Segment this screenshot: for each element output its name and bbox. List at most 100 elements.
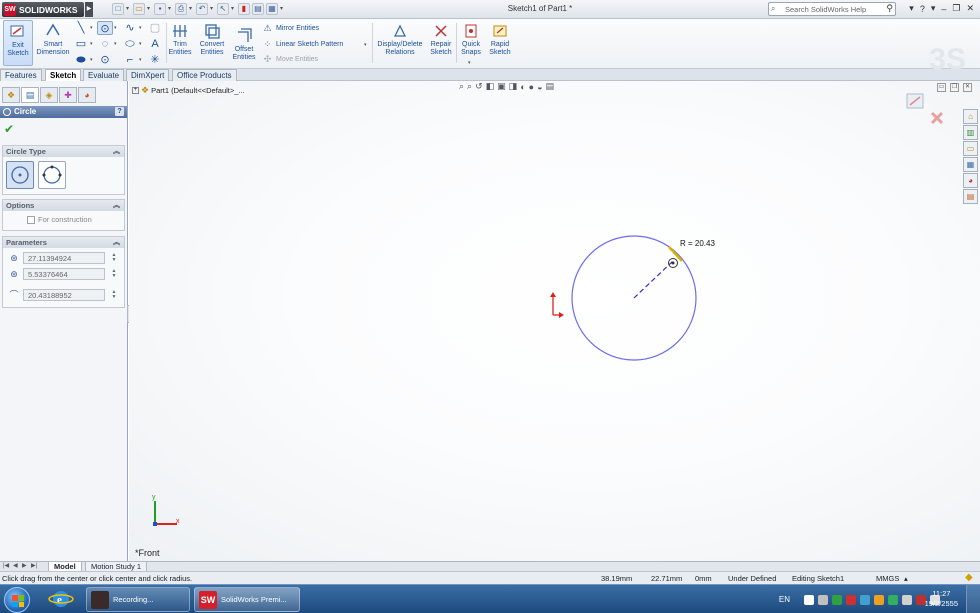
display-delete-relations-button[interactable]: Display/Delete Relations (374, 22, 426, 57)
save-icon[interactable]: ▪ (154, 3, 166, 15)
linear-sketch-pattern-button[interactable]: ⁘ Linear Sketch Pattern (262, 39, 344, 49)
minimize-icon[interactable]: – (941, 4, 946, 14)
rapid-sketch-button[interactable]: Rapid Sketch (486, 22, 514, 57)
taskbar-recording[interactable]: Recording... (86, 587, 190, 612)
chamfer-dropdown-icon[interactable]: ▾ (139, 57, 142, 63)
options-header[interactable]: Options ︽ (3, 200, 124, 211)
tab-dimxpert[interactable]: DimXpert (126, 69, 170, 81)
property-manager-icon[interactable]: ▤ (21, 87, 39, 103)
collapse-chevron-icon[interactable]: ︽ (113, 146, 120, 157)
print-icon[interactable]: ⎙ (175, 3, 187, 15)
center-x-spinner-icon[interactable]: ▲ ▼ (109, 253, 119, 263)
ellipse-dropdown-icon[interactable]: ▾ (139, 41, 142, 47)
radius-field[interactable]: 20.43188952 (23, 289, 105, 301)
circle-tool-icon[interactable]: ⊙ (97, 21, 113, 35)
status-units[interactable]: MMGS (876, 574, 899, 583)
taskbar-solidworks[interactable]: SW SolidWorks Premi... (194, 587, 300, 612)
network-icon[interactable] (902, 594, 912, 605)
menu-pin-arrow-icon[interactable]: ▶ (85, 2, 93, 17)
center-y-field[interactable]: 5.53376464 (23, 268, 105, 280)
line-dropdown-icon[interactable]: ▾ (90, 25, 93, 31)
tray-app-icon[interactable] (818, 594, 828, 605)
tray-app-icon[interactable] (874, 594, 884, 605)
last-tab-icon[interactable]: ▶| (31, 562, 37, 569)
select-cursor-icon[interactable]: ↖ (217, 3, 229, 15)
tray-app-icon[interactable] (804, 594, 814, 605)
open-folder-icon[interactable]: ▭ (133, 3, 145, 15)
search-go-icon[interactable]: ⚲ (886, 3, 893, 14)
first-tab-icon[interactable]: |◀ (3, 562, 9, 569)
tab-office-products[interactable]: Office Products (172, 69, 237, 81)
center-circle-button[interactable] (6, 161, 34, 189)
help-dropdown-icon[interactable]: ▾ (931, 3, 936, 14)
slot-tool-icon[interactable]: ⬬ (73, 53, 89, 67)
dimxpert-manager-icon[interactable]: ✚ (59, 87, 77, 103)
arc-dropdown-icon[interactable]: ▾ (114, 41, 117, 47)
polygon-tool-icon[interactable]: ⊙ (97, 53, 113, 67)
prev-tab-icon[interactable]: ◀ (13, 562, 18, 569)
select-dropdown-icon[interactable]: ▾ (231, 3, 236, 16)
start-button[interactable] (4, 587, 30, 613)
collapse-chevron-icon[interactable]: ︽ (113, 237, 120, 248)
undo-dropdown-icon[interactable]: ▾ (210, 3, 215, 16)
show-desktop-button[interactable] (966, 585, 980, 613)
point-tool-icon[interactable]: ✳ (147, 53, 163, 67)
for-construction-checkbox[interactable]: For construction (27, 215, 92, 224)
spline-dropdown-icon[interactable]: ▾ (139, 25, 142, 31)
convert-entities-button[interactable]: Convert Entities (196, 22, 228, 57)
circle-dropdown-icon[interactable]: ▾ (114, 25, 117, 31)
undo-icon[interactable]: ↶ (196, 3, 208, 15)
slot-dropdown-icon[interactable]: ▾ (90, 57, 93, 63)
spline-tool-icon[interactable]: ∿ (122, 21, 138, 35)
rebuild-status-icon[interactable]: ◆ (965, 572, 973, 583)
help-icon[interactable]: ? (920, 4, 925, 14)
tab-sketch[interactable]: Sketch (45, 69, 82, 81)
tab-features[interactable]: Features (0, 69, 42, 81)
options-dropdown-icon[interactable]: ▾ (280, 3, 285, 16)
fillet-tool-icon[interactable]: ▢ (147, 21, 163, 35)
file-properties-icon[interactable]: ▤ (252, 3, 264, 15)
offset-entities-button[interactable]: Offset Entities (230, 27, 258, 62)
quick-snaps-dropdown-icon[interactable]: ▾ (468, 60, 471, 66)
feature-manager-icon[interactable]: ❖ (2, 87, 20, 103)
internet-explorer-pin[interactable]: e (42, 587, 80, 612)
rectangle-dropdown-icon[interactable]: ▾ (90, 41, 93, 47)
trim-entities-button[interactable]: Trim Entities (166, 22, 194, 57)
options-icon[interactable]: ▦ (266, 3, 278, 15)
open-dropdown-icon[interactable]: ▾ (147, 3, 152, 16)
rectangle-tool-icon[interactable]: ▭ (73, 37, 89, 51)
clock[interactable]: 11:27 19/2/2555 (925, 589, 958, 609)
new-document-icon[interactable]: □ (112, 3, 124, 15)
line-tool-icon[interactable]: ╲ (73, 21, 89, 35)
exit-sketch-button[interactable]: Exit Sketch (3, 20, 33, 66)
smart-dimension-button[interactable]: Smart Dimension (36, 22, 70, 57)
center-y-spinner-icon[interactable]: ▲ ▼ (109, 269, 119, 279)
text-tool-icon[interactable]: A (147, 37, 163, 51)
mirror-entities-button[interactable]: ⚠ Mirror Entities (262, 23, 319, 33)
chamfer-tool-icon[interactable]: ⌐ (122, 53, 138, 67)
sketch-canvas[interactable]: R = 20.43 y x (129, 81, 980, 561)
tray-app-icon[interactable] (860, 594, 870, 605)
ellipse-tool-icon[interactable]: ⬭ (122, 37, 138, 51)
parameters-header[interactable]: Parameters ︽ (3, 237, 124, 248)
configuration-manager-icon[interactable]: ◈ (40, 87, 58, 103)
tray-app-icon[interactable] (846, 594, 856, 605)
help-button[interactable]: ? (115, 107, 124, 116)
solidworks-menu-button[interactable]: SW SOLIDWORKS (2, 2, 84, 17)
display-manager-icon[interactable]: ◕ (78, 87, 96, 103)
units-dropdown-icon[interactable]: ▴ (904, 574, 908, 583)
restore-icon[interactable]: ❐ (952, 3, 960, 14)
pattern-dropdown-icon[interactable]: ▾ (364, 42, 367, 48)
close-icon[interactable]: ✕ (966, 3, 974, 14)
rebuild-icon[interactable]: ▮ (238, 3, 250, 15)
circle-type-header[interactable]: Circle Type ︽ (3, 146, 124, 157)
tray-app-icon[interactable] (832, 594, 842, 605)
print-dropdown-icon[interactable]: ▾ (189, 3, 194, 16)
collapse-chevron-icon[interactable]: ︽ (113, 200, 120, 211)
graphics-area[interactable]: + ❖ Part1 (Default<<Default>_... ⌕ ⌕ ↺ ◧… (129, 81, 980, 561)
next-tab-icon[interactable]: ▶ (22, 562, 27, 569)
search-dropdown-icon[interactable]: ▾ (909, 3, 914, 14)
checkbox-box[interactable] (27, 215, 35, 224)
language-indicator[interactable]: EN (779, 595, 790, 604)
tab-evaluate[interactable]: Evaluate (83, 69, 125, 81)
